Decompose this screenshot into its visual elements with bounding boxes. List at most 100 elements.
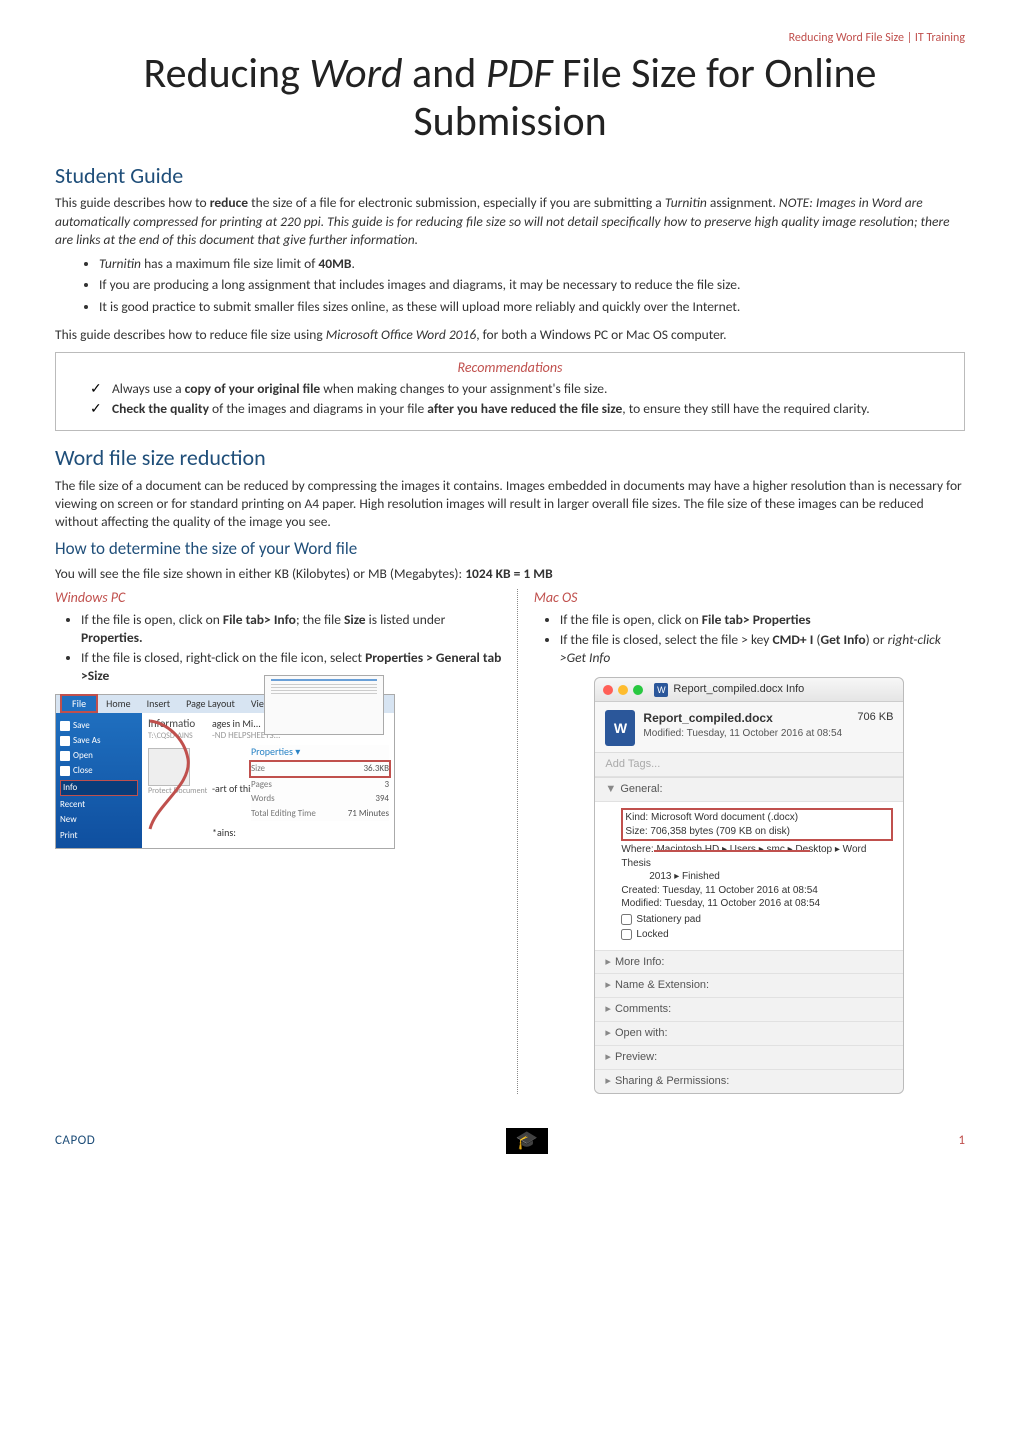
section-label: Name & Extension: [615,979,709,991]
sg-close-a: This guide describes how to reduce file … [55,326,326,343]
document-icon: W [605,710,635,746]
mac-b2a: If the file is closed, select the file >… [560,631,773,648]
checkbox-input[interactable] [621,914,632,925]
section-preview[interactable]: ▸Preview: [595,1046,903,1070]
where-label: Where: [621,844,656,855]
document-thumbnail [264,675,384,735]
where-strike: Macintosh HD ▸ Users ▸ smc ▸ De [656,844,808,855]
sidebar-item-info[interactable]: Info [60,780,138,796]
list-item: It is good practice to submit smaller fi… [99,298,965,316]
properties-panel: Properties ▾ Size36.3KB Pages3 Words394 … [251,745,389,821]
rec2-bold2: after you have reduced the file size [427,400,622,417]
list-item: If you are producing a long assignment t… [99,276,965,294]
save-icon [60,721,70,731]
column-macos: Mac OS If the file is open, click on Fil… [517,589,965,1094]
doc-modified: Modified: Tuesday, 11 October 2016 at 08… [643,727,842,741]
mac-b2bold: CMD+ I [772,631,813,648]
rec2-b: , to ensure they still have the required… [622,400,869,417]
sg-intro-d: assignment. [707,194,779,211]
disclosure-triangle-icon: ▸ [605,979,611,991]
mac-b2bold2: Get Info [820,631,865,648]
recommendations-title: Recommendations [70,359,950,378]
sidebar-item-recent[interactable]: Recent [60,799,138,811]
traffic-light-zoom-icon[interactable] [633,685,643,695]
macos-col-bullets: If the file is open, click on File tab> … [560,611,965,668]
section-label: General: [620,783,662,795]
win-b1b: ; the file [296,611,344,628]
sidebar-item-save[interactable]: Save [60,720,138,732]
sg-intro-b: the size of a file for electronic submis… [248,194,665,211]
page-title: Reducing Word and PDF File Size for Onli… [55,50,965,147]
sidebar-item-open[interactable]: Open [60,750,138,762]
list-item: Check the quality of the images and diag… [90,400,950,418]
checkbox-locked[interactable]: Locked [621,928,893,942]
footer-logo: 🎓 [506,1128,548,1154]
sg-b1-bold: 40MB [318,255,351,272]
section-label: Sharing & Permissions: [615,1075,729,1087]
section-open-with[interactable]: ▸Open with: [595,1022,903,1046]
sidebar-item-print[interactable]: Print [60,830,138,842]
section-general[interactable]: ▼General: [595,777,903,802]
win-b1c: is listed under [366,611,446,628]
disclosure-triangle-icon: ▸ [605,956,611,968]
add-tags-row[interactable]: Add Tags... [595,753,903,777]
sidebar-item-save-as[interactable]: Save As [60,735,138,747]
section-label: More Info: [615,956,665,968]
prop-label: Total Editing Time [251,808,316,820]
section-label: Comments: [615,1003,671,1015]
sidebar-item-label: Close [73,765,93,777]
macos-info-header: W Report_compiled.docx Modified: Tuesday… [595,702,903,753]
checkbox-stationery[interactable]: Stationery pad [621,913,893,927]
rec2-bold1: Check the quality [112,400,209,417]
section-name-extension[interactable]: ▸ Name & Extension: [595,974,903,998]
doc-name: Report_compiled.docx [643,710,842,726]
title-part-a: Reducing [144,48,310,99]
tab-home[interactable]: Home [98,696,138,712]
student-guide-intro: This guide describes how to reduce the s… [55,194,965,249]
info-modified: Modified: Tuesday, 11 October 2016 at 08… [621,897,893,911]
heading-student-guide: Student Guide [55,161,965,191]
sidebar-item-label: Recent [60,799,85,811]
section-more-info[interactable]: ▸ More Info: [595,951,903,975]
protect-document-label: Protect Document [148,786,207,797]
prop-value: 394 [375,793,389,805]
properties-row-pages: Pages3 [251,778,389,792]
traffic-light-close-icon[interactable] [603,685,613,695]
rec2-mid: of the images and diagrams in your file [209,400,427,417]
student-guide-closing: This guide describes how to reduce file … [55,326,965,344]
sidebar-item-label: Save As [73,735,101,747]
protect-document-icon [148,748,190,786]
prop-value: 36.3KB [363,763,389,775]
tab-file[interactable]: File [60,694,98,714]
sidebar-item-label: Print [60,830,78,842]
section-label: Preview: [615,1051,657,1063]
properties-title[interactable]: Properties ▾ [251,745,389,759]
traffic-light-minimize-icon[interactable] [618,685,628,695]
info-where: Where: Macintosh HD ▸ Users ▸ smc ▸ Desk… [621,843,893,870]
backstage-sidebar: Save Save As Open Close Info Recent New … [56,713,142,848]
mac-b1a: If the file is open, click on [560,611,702,628]
graduation-cap-icon: 🎓 [516,1128,538,1152]
tab-insert[interactable]: Insert [139,696,179,712]
determine-size-intro: You will see the file size shown in eith… [55,565,965,583]
student-guide-bullets: Turnitin has a maximum file size limit o… [99,255,965,316]
sidebar-item-close[interactable]: Close [60,765,138,777]
tab-page-layout[interactable]: Page Layout [178,696,243,712]
sg-intro-c: Turnitin [665,194,707,211]
header-right-text: Reducing Word File Size | IT Training [55,30,965,46]
properties-row-size: Size36.3KB [251,762,389,776]
list-item: If the file is open, click on File tab> … [560,611,965,629]
prop-label: Pages [251,779,272,791]
section-sharing-permissions[interactable]: ▸Sharing & Permissions: [595,1070,903,1093]
prop-value: 71 Minutes [348,808,389,820]
sidebar-item-new[interactable]: New [60,814,138,826]
close-icon [60,766,70,776]
list-item: Always use a copy of your original file … [90,380,950,398]
sg-intro-bold: reduce [210,194,248,211]
section-comments[interactable]: ▸Comments: [595,998,903,1022]
disclosure-triangle-icon: ▸ [605,1027,611,1039]
checkbox-input[interactable] [621,929,632,940]
info-created: Created: Tuesday, 11 October 2016 at 08:… [621,884,893,898]
macos-col-heading: Mac OS [534,589,965,608]
rec1-b: when making changes to your assignment's… [320,380,607,397]
